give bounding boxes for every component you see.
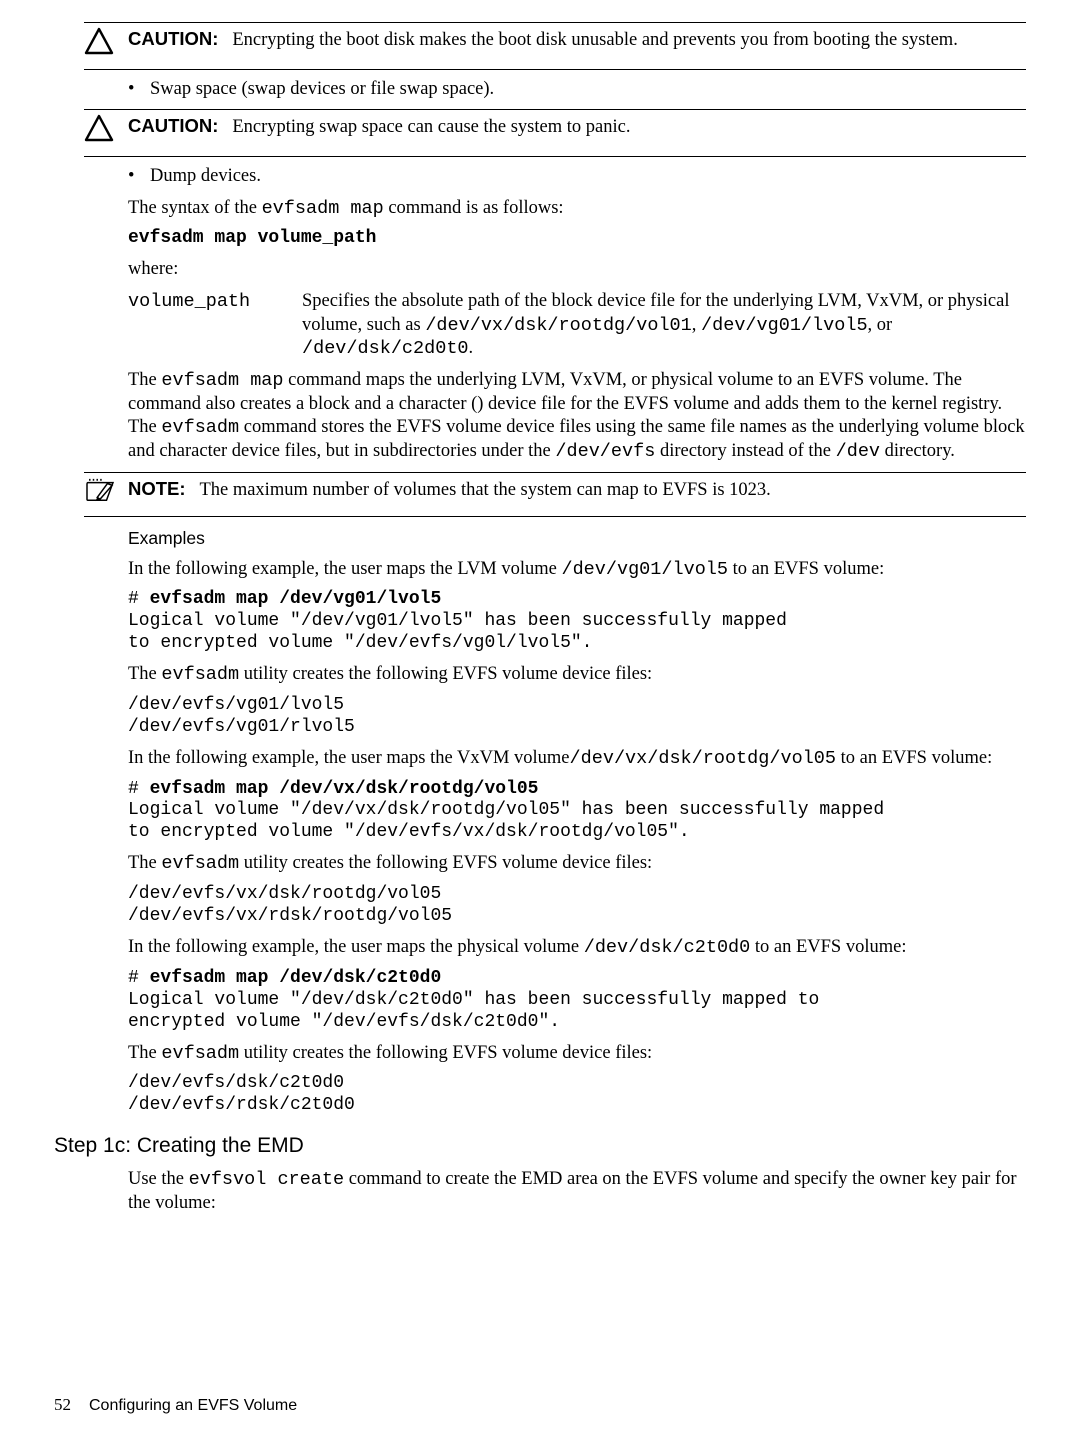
example2-files: /dev/evfs/vx/dsk/rootdg/vol05 /dev/evfs/… <box>128 884 1026 928</box>
step-heading: Step 1c: Creating the EMD <box>54 1133 1026 1160</box>
note-icon <box>84 477 114 511</box>
example3-util: The evfsadm utility creates the followin… <box>128 1042 1026 1066</box>
caution-box: CAUTION: Encrypting the boot disk makes … <box>84 23 1026 69</box>
example1-intro: In the following example, the user maps … <box>128 558 1026 582</box>
example3-code: # evfsadm map /dev/dsk/c2t0d0 Logical vo… <box>128 968 1026 1034</box>
page-footer: 52 Configuring an EVFS Volume <box>54 1394 297 1416</box>
caution-icon <box>84 114 114 150</box>
caution-label: CAUTION: <box>128 115 218 136</box>
note-text: The maximum number of volumes that the s… <box>199 480 770 500</box>
caution-label: CAUTION: <box>128 28 218 49</box>
step-paragraph: Use the evfsvol create command to create… <box>128 1168 1026 1215</box>
def-row: volume_path Specifies the absolute path … <box>128 290 1026 361</box>
example1-code: # evfsadm map /dev/vg01/lvol5 Logical vo… <box>128 589 1026 655</box>
map-paragraph: The evfsadm map command maps the underly… <box>128 369 1026 464</box>
example3-files: /dev/evfs/dsk/c2t0d0 /dev/evfs/rdsk/c2t0… <box>128 1073 1026 1117</box>
def-body: Specifies the absolute path of the block… <box>302 290 1026 361</box>
example2-util: The evfsadm utility creates the followin… <box>128 852 1026 876</box>
caution-text: Encrypting swap space can cause the syst… <box>232 117 630 137</box>
bullet-dump: Dump devices. <box>128 165 1026 189</box>
where: where: <box>128 258 1026 282</box>
syntax-command: evfsadm map volume_path <box>128 228 1026 250</box>
caution-body: CAUTION: Encrypting the boot disk makes … <box>128 27 1026 63</box>
caution-text: Encrypting the boot disk makes the boot … <box>232 30 958 50</box>
example2-intro: In the following example, the user maps … <box>128 747 1026 771</box>
bullet-swap: Swap space (swap devices or file swap sp… <box>128 78 1026 102</box>
examples-heading: Examples <box>128 527 1026 549</box>
note-label: NOTE: <box>128 478 186 499</box>
example2-code: # evfsadm map /dev/vx/dsk/rootdg/vol05 L… <box>128 779 1026 845</box>
note-body: NOTE: The maximum number of volumes that… <box>128 477 1026 511</box>
example3-intro: In the following example, the user maps … <box>128 936 1026 960</box>
def-term: volume_path <box>128 290 274 361</box>
page-number: 52 <box>54 1394 71 1416</box>
example1-files: /dev/evfs/vg01/lvol5 /dev/evfs/vg01/rlvo… <box>128 695 1026 739</box>
footer-title: Configuring an EVFS Volume <box>89 1396 297 1416</box>
caution-icon <box>84 27 114 63</box>
caution-box: CAUTION: Encrypting swap space can cause… <box>84 110 1026 156</box>
example1-util: The evfsadm utility creates the followin… <box>128 663 1026 687</box>
caution-body: CAUTION: Encrypting swap space can cause… <box>128 114 1026 150</box>
syntax-intro: The syntax of the evfsadm map command is… <box>128 197 1026 221</box>
note-box: NOTE: The maximum number of volumes that… <box>84 473 1026 517</box>
